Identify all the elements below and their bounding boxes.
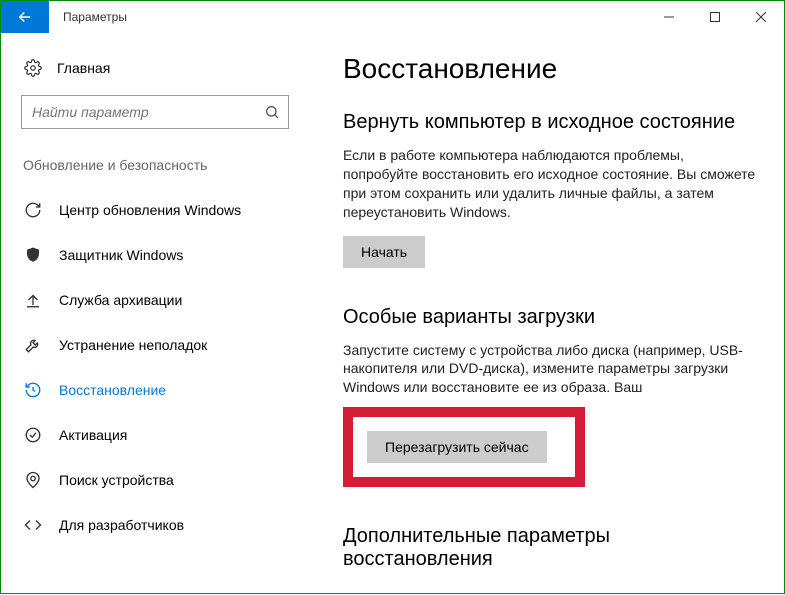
home-label: Главная — [57, 60, 110, 76]
arrow-left-icon — [16, 8, 34, 26]
maximize-button[interactable] — [692, 1, 738, 33]
sidebar-item-label: Защитник Windows — [59, 247, 183, 263]
advanced-startup-section: Особые варианты загрузки Запустите систе… — [343, 306, 756, 488]
sidebar: Главная Обновление и безопасность Центр … — [1, 33, 309, 595]
window-controls — [646, 1, 784, 33]
sidebar-item-backup[interactable]: Служба архивации — [21, 277, 289, 322]
check-circle-icon — [23, 426, 43, 444]
advanced-title: Особые варианты загрузки — [343, 306, 756, 329]
sidebar-section-label: Обновление и безопасность — [21, 157, 289, 173]
sidebar-item-recovery[interactable]: Восстановление — [21, 367, 289, 412]
history-icon — [23, 381, 43, 399]
search-input[interactable] — [32, 104, 264, 120]
sidebar-item-label: Служба архивации — [59, 292, 182, 308]
titlebar: Параметры — [1, 1, 784, 33]
sidebar-item-troubleshoot[interactable]: Устранение неполадок — [21, 322, 289, 367]
sidebar-item-label: Поиск устройства — [59, 472, 174, 488]
search-icon — [264, 104, 280, 120]
minimize-icon — [664, 12, 674, 22]
maximize-icon — [710, 12, 720, 22]
location-icon — [23, 471, 43, 489]
close-icon — [756, 12, 766, 22]
sidebar-item-activation[interactable]: Активация — [21, 412, 289, 457]
close-button[interactable] — [738, 1, 784, 33]
more-recovery-section: Дополнительные параметры восстановления — [343, 525, 756, 571]
sync-icon — [23, 201, 43, 219]
more-title: Дополнительные параметры восстановления — [343, 525, 756, 571]
reset-start-button[interactable]: Начать — [343, 236, 425, 268]
advanced-body: Запустите систему с устройства либо диск… — [343, 341, 756, 398]
page-title: Восстановление — [343, 53, 756, 85]
reset-title: Вернуть компьютер в исходное состояние — [343, 111, 756, 134]
reset-section: Вернуть компьютер в исходное состояние Е… — [343, 111, 756, 268]
main-panel: Восстановление Вернуть компьютер в исход… — [309, 33, 784, 595]
sidebar-item-find-device[interactable]: Поиск устройства — [21, 457, 289, 502]
restart-now-button[interactable]: Перезагрузить сейчас — [367, 431, 547, 463]
sidebar-item-label: Центр обновления Windows — [59, 202, 241, 218]
highlight-annotation: Перезагрузить сейчас — [343, 407, 585, 487]
sidebar-item-label: Устранение неполадок — [59, 337, 207, 353]
window-title: Параметры — [49, 1, 646, 33]
search-box[interactable] — [21, 95, 289, 129]
code-icon — [23, 516, 43, 534]
gear-icon — [23, 59, 43, 77]
reset-body: Если в работе компьютера наблюдаются про… — [343, 146, 756, 222]
sidebar-item-label: Активация — [59, 427, 127, 443]
sidebar-item-developers[interactable]: Для разработчиков — [21, 502, 289, 547]
sidebar-item-label: Для разработчиков — [59, 517, 184, 533]
home-link[interactable]: Главная — [21, 51, 289, 95]
shield-icon — [23, 246, 43, 264]
sidebar-item-label: Восстановление — [59, 382, 166, 398]
sidebar-item-windows-update[interactable]: Центр обновления Windows — [21, 187, 289, 232]
upload-icon — [23, 291, 43, 309]
sidebar-item-defender[interactable]: Защитник Windows — [21, 232, 289, 277]
wrench-icon — [23, 336, 43, 354]
minimize-button[interactable] — [646, 1, 692, 33]
back-button[interactable] — [1, 1, 49, 33]
